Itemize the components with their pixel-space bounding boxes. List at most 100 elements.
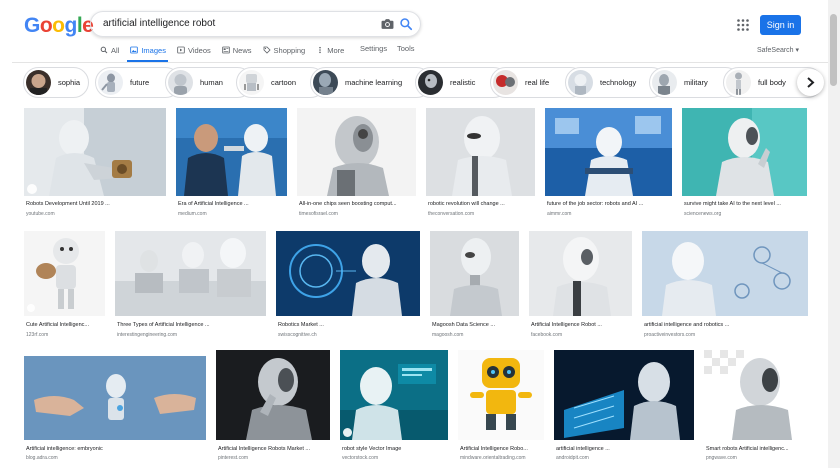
result-source[interactable]: theconversation.com: [428, 211, 474, 217]
result-thumbnail[interactable]: [115, 231, 266, 316]
page-scrollbar-thumb[interactable]: [830, 14, 837, 86]
search-input[interactable]: artificial intelligence robot: [90, 11, 421, 37]
result-thumbnail[interactable]: [216, 350, 330, 440]
image-result[interactable]: Artificial intelligence: embryonic blog.…: [24, 356, 206, 466]
result-source[interactable]: aimmr.com: [547, 211, 571, 217]
result-source[interactable]: facebook.com: [531, 332, 562, 338]
tools-link[interactable]: Tools: [397, 44, 415, 53]
result-thumbnail[interactable]: [297, 108, 416, 196]
result-thumbnail[interactable]: [458, 350, 544, 440]
result-thumbnail[interactable]: [529, 231, 632, 316]
result-source[interactable]: medium.com: [178, 211, 207, 217]
result-title[interactable]: robotic revolution will change ...: [428, 201, 505, 207]
result-source[interactable]: pngwave.com: [706, 455, 737, 461]
image-result[interactable]: All-in-one chips seen boosting comput...…: [297, 108, 416, 220]
image-result[interactable]: artificial intelligence ... androidpit.c…: [554, 350, 694, 466]
safesearch-dropdown[interactable]: SafeSearch ▾: [757, 46, 799, 54]
result-title[interactable]: Artificial Intelligence Robots Market ..…: [218, 446, 310, 452]
result-thumbnail[interactable]: [24, 108, 166, 196]
tab-images[interactable]: Images: [130, 44, 166, 56]
result-title[interactable]: artificial intelligence ...: [556, 446, 610, 452]
result-thumbnail[interactable]: [430, 231, 519, 316]
result-source[interactable]: sciencenews.org: [684, 211, 721, 217]
tab-news[interactable]: News: [222, 44, 252, 56]
result-title[interactable]: Smart robots Artificial intelligenc...: [706, 446, 789, 452]
result-title[interactable]: Artificial Intelligence Robot ...: [531, 322, 602, 328]
result-thumbnail[interactable]: [276, 231, 420, 316]
result-thumbnail[interactable]: [704, 350, 808, 440]
camera-icon[interactable]: [381, 18, 394, 30]
settings-link[interactable]: Settings: [360, 44, 387, 53]
tab-videos[interactable]: Videos: [177, 44, 211, 56]
result-thumbnail[interactable]: [682, 108, 807, 196]
tab-label: Shopping: [273, 45, 306, 55]
chip-sophia[interactable]: sophia: [23, 67, 89, 98]
image-result[interactable]: survive might take AI to the next level …: [682, 108, 807, 220]
apps-grid-icon[interactable]: [737, 19, 749, 31]
logo-letter: o: [52, 14, 65, 37]
result-thumbnail[interactable]: [426, 108, 535, 196]
pin-badge-icon: [343, 428, 352, 437]
chips-next-button[interactable]: [797, 69, 824, 96]
result-title[interactable]: Three Types of Artificial Intelligence .…: [117, 322, 210, 328]
result-thumbnail[interactable]: [554, 350, 694, 440]
logo-letter: G: [24, 14, 40, 37]
result-title[interactable]: Era of Artificial Intelligence ...: [178, 201, 249, 207]
result-source[interactable]: proactiveinvestors.com: [644, 332, 695, 338]
result-source[interactable]: mindware.orientaltrading.com: [460, 455, 526, 461]
result-source[interactable]: swisscognitive.ch: [278, 332, 317, 338]
search-icon[interactable]: [399, 17, 413, 31]
image-result[interactable]: Robotics Market ... swisscognitive.ch: [276, 231, 420, 343]
chip-label: sophia: [58, 78, 81, 87]
result-title[interactable]: Cute Artificial Intelligenc...: [26, 322, 89, 328]
tag-icon: [263, 46, 271, 54]
result-source[interactable]: blog.adra.com: [26, 455, 58, 461]
result-title[interactable]: Robotics Market ...: [278, 322, 324, 328]
result-thumbnail[interactable]: [24, 231, 105, 316]
tab-shopping[interactable]: Shopping: [263, 44, 306, 56]
result-source[interactable]: interestingengineering.com: [117, 332, 177, 338]
result-thumbnail[interactable]: [340, 350, 448, 440]
result-title[interactable]: robot style Vector Image: [342, 446, 401, 452]
news-icon: [222, 46, 230, 54]
result-title[interactable]: Robots Development Until 2019 ...: [26, 201, 110, 207]
image-icon: [130, 46, 139, 54]
search-query-text[interactable]: artificial intelligence robot: [103, 18, 215, 29]
image-result[interactable]: Smart robots Artificial intelligenc... p…: [704, 350, 808, 466]
result-source[interactable]: pinterest.com: [218, 455, 248, 461]
image-result[interactable]: future of the job sector: robots and AI …: [545, 108, 672, 220]
image-result[interactable]: Era of Artificial Intelligence ... mediu…: [176, 108, 287, 220]
result-thumbnail[interactable]: [642, 231, 808, 316]
image-result[interactable]: Three Types of Artificial Intelligence .…: [115, 231, 266, 343]
result-title[interactable]: All-in-one chips seen boosting comput...: [299, 201, 397, 207]
image-result[interactable]: Magoosh Data Science ... magoosh.com: [430, 231, 519, 343]
image-result[interactable]: robot style Vector Image vectorstock.com: [340, 350, 448, 466]
image-result[interactable]: Cute Artificial Intelligenc... 123rf.com: [24, 231, 105, 343]
result-source[interactable]: vectorstock.com: [342, 455, 378, 461]
result-source[interactable]: magoosh.com: [432, 332, 463, 338]
result-thumbnail[interactable]: [176, 108, 287, 196]
image-result[interactable]: robotic revolution will change ... theco…: [426, 108, 535, 220]
result-title[interactable]: survive might take AI to the next level …: [684, 201, 781, 207]
result-thumbnail[interactable]: [545, 108, 672, 196]
result-source[interactable]: youtube.com: [26, 211, 55, 217]
result-title[interactable]: artificial intelligence and robotics ...: [644, 322, 729, 328]
result-thumbnail[interactable]: [24, 356, 206, 440]
sign-in-button[interactable]: Sign in: [760, 15, 801, 35]
result-title[interactable]: Artificial intelligence: embryonic: [26, 446, 103, 452]
image-result[interactable]: artificial intelligence and robotics ...…: [642, 231, 808, 343]
image-result[interactable]: Robots Development Until 2019 ... youtub…: [24, 108, 166, 220]
tab-more[interactable]: More: [316, 44, 344, 56]
image-result[interactable]: Artificial Intelligence Robot ... facebo…: [529, 231, 632, 343]
image-result[interactable]: Artificial Intelligence Robo... mindware…: [458, 350, 544, 466]
result-source[interactable]: 123rf.com: [26, 332, 48, 338]
result-title[interactable]: Magoosh Data Science ...: [432, 322, 495, 328]
image-result[interactable]: Artificial Intelligence Robots Market ..…: [216, 350, 330, 466]
result-title[interactable]: future of the job sector: robots and AI …: [547, 201, 643, 207]
chip-machine-learning[interactable]: machine learning: [310, 67, 432, 98]
result-title[interactable]: Artificial Intelligence Robo...: [460, 446, 528, 452]
result-source[interactable]: androidpit.com: [556, 455, 589, 461]
result-source[interactable]: timesofisrael.com: [299, 211, 338, 217]
tab-all[interactable]: All: [100, 44, 119, 56]
google-logo[interactable]: Google: [24, 14, 94, 38]
